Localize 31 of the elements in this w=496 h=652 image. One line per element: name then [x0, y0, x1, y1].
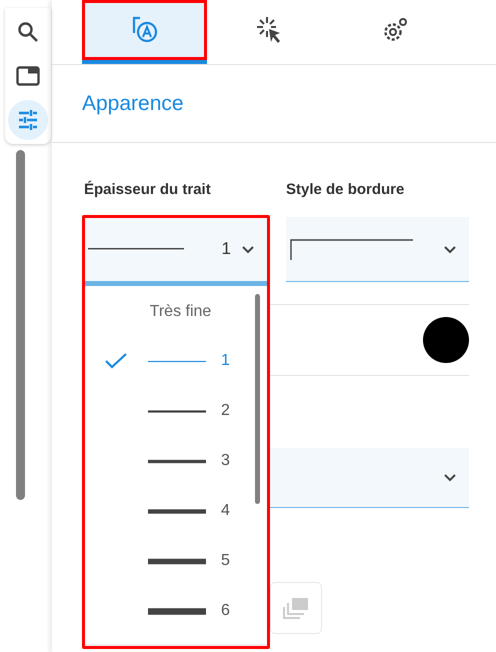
section-title: Apparence: [52, 65, 496, 143]
dropdown-header: Très fine: [148, 302, 212, 322]
scrollbar-thumb[interactable]: [16, 150, 24, 500]
color-swatch[interactable]: [423, 317, 469, 363]
field-label: Épaisseur du trait: [84, 181, 212, 200]
field-label: Style de bordure: [286, 181, 406, 200]
line-preview-icon: [88, 248, 184, 250]
sliders-icon: [17, 109, 39, 131]
line-preview-icon: [148, 608, 206, 614]
layers-icon: [282, 596, 310, 620]
dropdown-option[interactable]: 3: [84, 436, 267, 486]
dropdown-option[interactable]: 6: [84, 586, 267, 636]
tab[interactable]: [82, 0, 207, 64]
dropdown-option[interactable]: 4: [84, 486, 267, 536]
appearance-icon: [130, 16, 158, 44]
chevron-icon: [241, 244, 255, 254]
chevron-icon: [443, 473, 457, 482]
dropdown-option[interactable]: 2: [84, 386, 267, 436]
border-preview-icon: [290, 238, 414, 260]
line-preview-icon: [148, 558, 206, 564]
search-icon: [17, 21, 39, 43]
scrollbar-thumb[interactable]: [255, 294, 260, 504]
chevron-icon: [443, 244, 457, 254]
dropdown-option[interactable]: 1: [84, 336, 267, 386]
dropdown-option[interactable]: 5: [84, 536, 267, 586]
check-icon: [104, 352, 128, 370]
border-style-select[interactable]: [286, 217, 469, 282]
line-preview-icon: [148, 508, 206, 514]
window-icon: [16, 66, 40, 86]
line-preview-icon: [148, 458, 206, 464]
line-width-select[interactable]: 1: [84, 217, 267, 286]
